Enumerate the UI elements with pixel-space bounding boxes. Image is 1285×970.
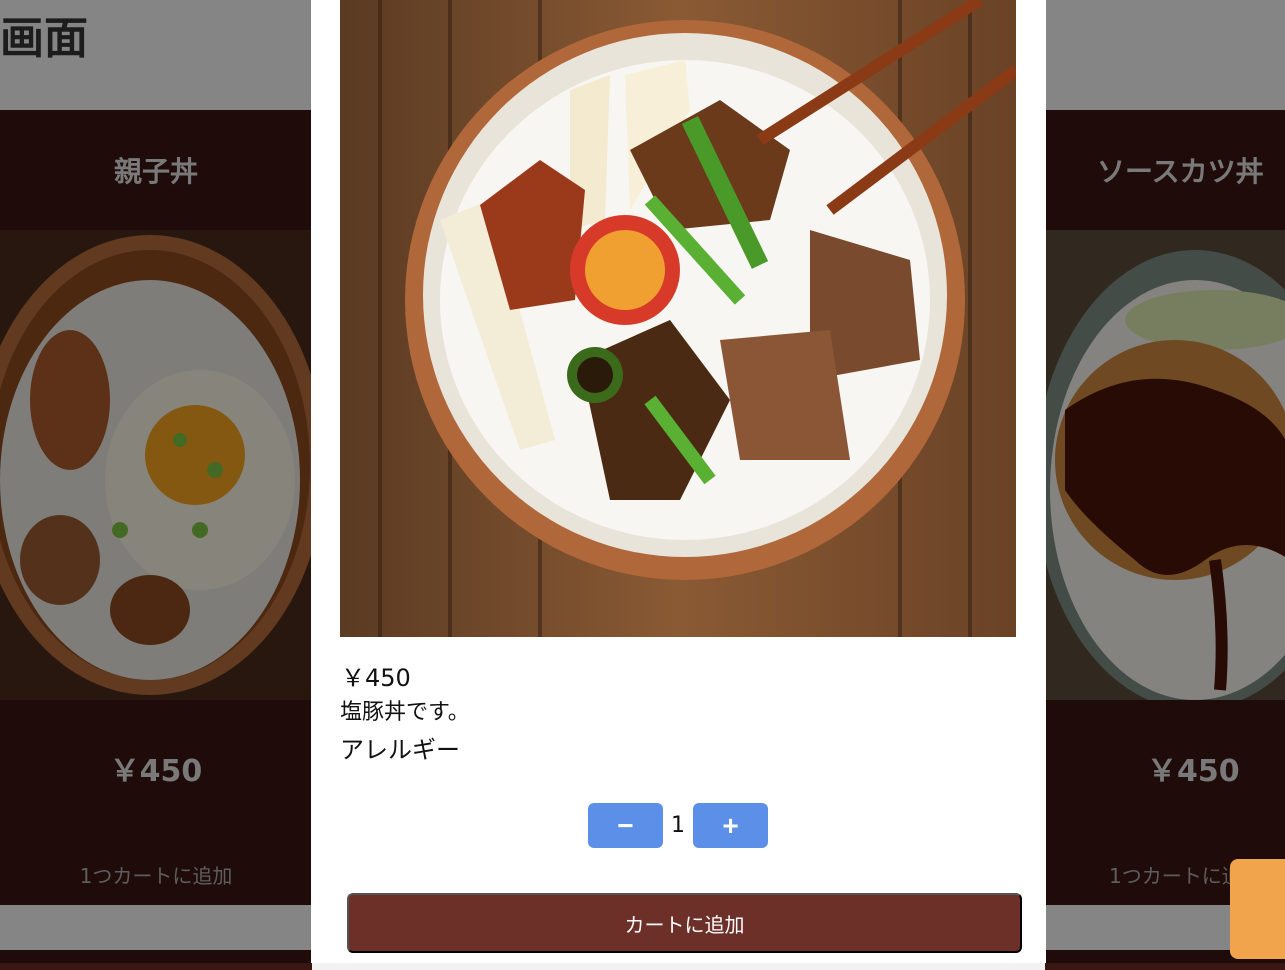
product-description: 塩豚丼です。 <box>340 700 470 725</box>
cart-floating-button[interactable] <box>1230 859 1285 959</box>
quantity-stepper: − 1 + <box>588 803 768 848</box>
allergy-label: アレルギー <box>340 736 460 764</box>
product-price: ￥450 <box>341 664 411 692</box>
add-to-cart-button[interactable]: カートに追加 <box>347 893 1022 953</box>
product-detail-modal: ￥450 塩豚丼です。 アレルギー − 1 + カートに追加 <box>311 0 1046 963</box>
quantity-value: 1 <box>671 813 685 838</box>
product-image <box>340 0 1016 637</box>
increment-button[interactable]: + <box>693 803 768 848</box>
decrement-button[interactable]: − <box>588 803 663 848</box>
